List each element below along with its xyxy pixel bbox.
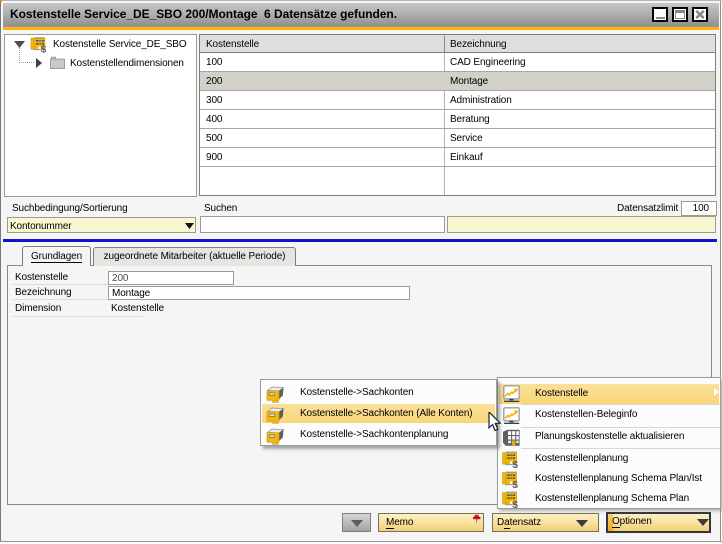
svg-text:$: $ [512,500,518,508]
svg-text:$: $ [41,45,47,53]
svg-text:$: $ [512,480,518,488]
svg-text:$: $ [512,460,518,468]
